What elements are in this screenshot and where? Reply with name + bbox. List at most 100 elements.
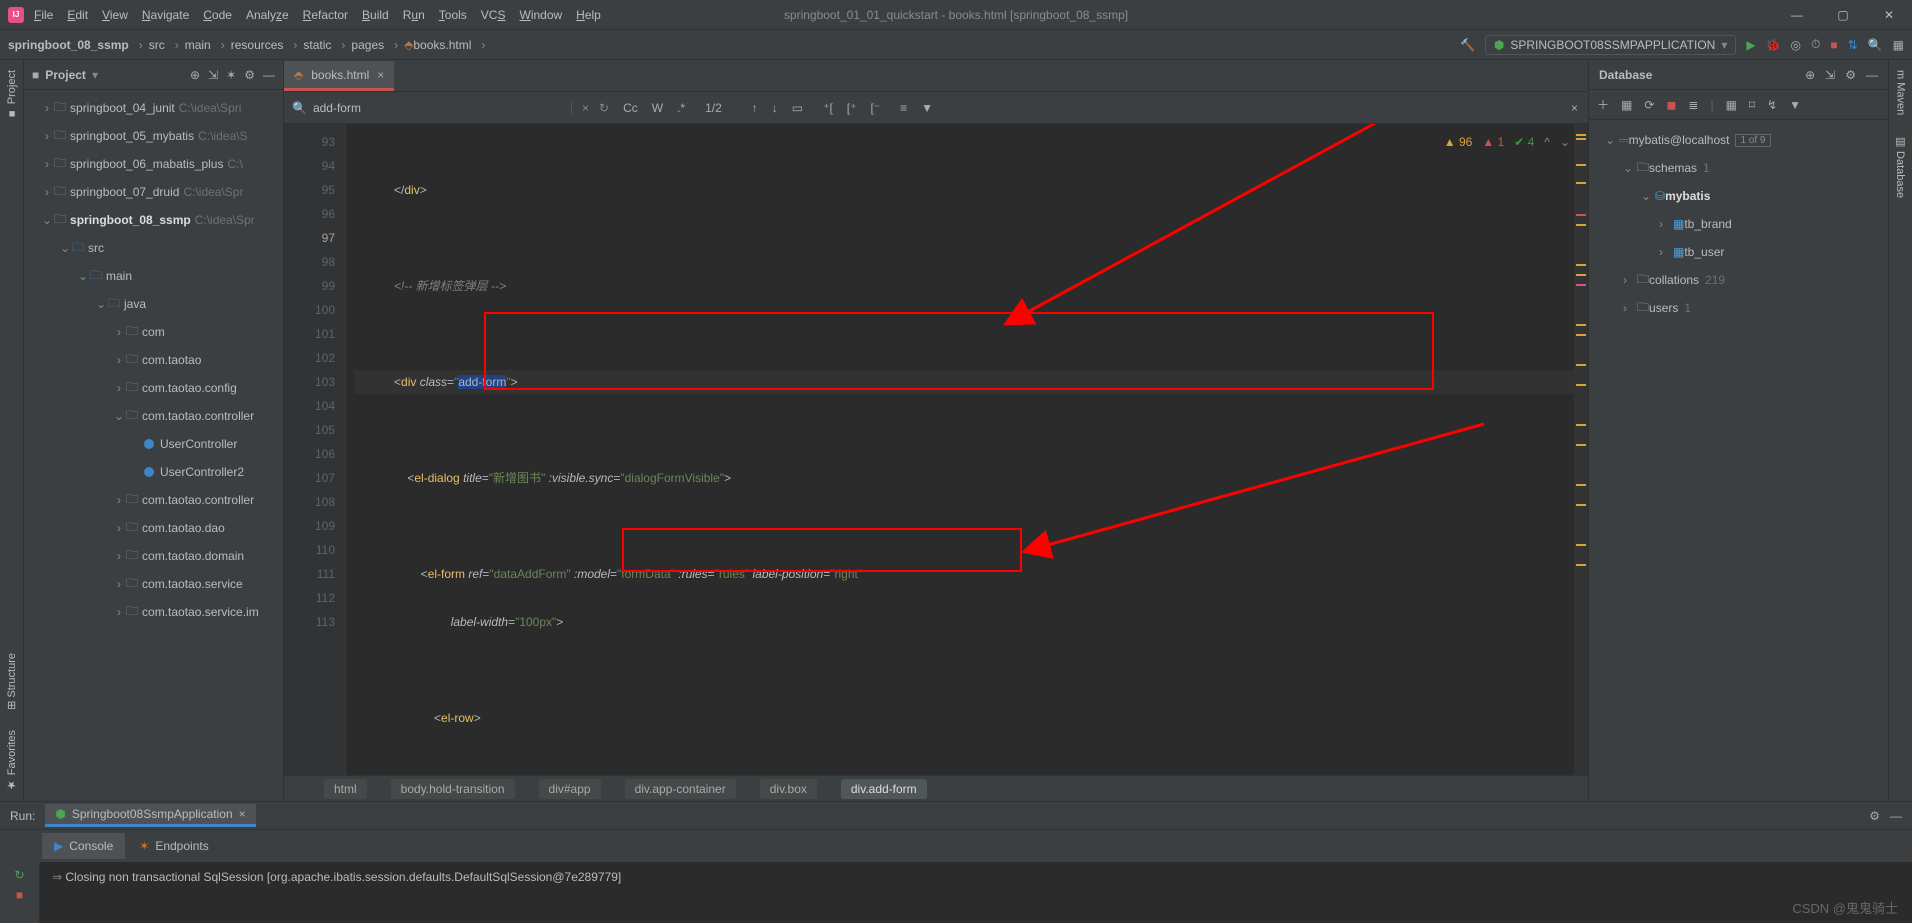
word-toggle[interactable]: W <box>652 101 663 115</box>
search-field[interactable]: add-form <box>313 101 361 115</box>
console-output[interactable]: ⇒ Closing non transactional SqlSession [… <box>40 862 1912 923</box>
debug-button[interactable]: 🐞 <box>1766 38 1781 52</box>
filter-settings-icon[interactable]: ≡ <box>900 101 907 115</box>
stop-run-icon[interactable]: ■ <box>16 888 23 902</box>
tool-tab-database[interactable]: ▤ Database <box>1894 135 1907 198</box>
run-app-tab[interactable]: ⬢ Springboot08SsmpApplication × <box>45 804 255 827</box>
close-tab-icon[interactable]: × <box>377 68 384 82</box>
tool-tab-maven[interactable]: m Maven <box>1895 70 1907 115</box>
main-menu-bar: IJ File Edit View Navigate Code Analyze … <box>0 0 1912 30</box>
menu-navigate[interactable]: Navigate <box>142 8 189 22</box>
prev-match-icon[interactable]: ↑ <box>752 101 758 115</box>
database-tree[interactable]: ⌄⎓ mybatis@localhost1 of 9⌄🗀 schemas1⌄⛁ … <box>1589 120 1888 328</box>
inspections-widget[interactable]: ▲ 96 ▲ 1 ✔ 4 ^⌄ <box>1444 130 1570 154</box>
menu-view[interactable]: View <box>102 8 128 22</box>
console-toolbar: ↻ ■ <box>0 862 40 923</box>
run-hide-icon[interactable]: — <box>1890 809 1902 823</box>
db-refresh-icon[interactable]: ⟳ <box>1644 98 1654 112</box>
select-next-icon[interactable]: [⁺ <box>847 101 857 115</box>
close-search-icon[interactable]: × <box>1571 101 1578 115</box>
expand-icon[interactable]: ⇲ <box>208 68 218 82</box>
filter-icon[interactable]: ▼ <box>921 101 933 115</box>
db-jump-icon[interactable]: ▦ <box>1726 98 1737 112</box>
code-crumb[interactable]: div.app-container <box>625 779 736 799</box>
run-button[interactable]: ▶ <box>1746 38 1755 52</box>
search-everywhere-icon[interactable]: 🔍 <box>1868 38 1883 52</box>
db-diagram-icon[interactable]: ↯ <box>1767 98 1777 112</box>
run-config-label: SPRINGBOOT08SSMPAPPLICATION <box>1510 38 1715 52</box>
coverage-button[interactable]: ◎ <box>1791 38 1801 52</box>
db-tx-icon[interactable]: ≣ <box>1688 98 1698 112</box>
app-logo-icon: IJ <box>8 7 24 23</box>
code-crumb[interactable]: div#app <box>539 779 601 799</box>
settings-quick-icon[interactable]: ▦ <box>1893 38 1904 52</box>
code-crumb[interactable]: div.add-form <box>841 779 927 799</box>
add-selection-icon[interactable]: ⁺[ <box>823 101 833 115</box>
menu-refactor[interactable]: Refactor <box>303 8 348 22</box>
crumb-pages[interactable]: pages <box>351 38 384 52</box>
locate-icon[interactable]: ⊕ <box>190 68 200 82</box>
crumb-src[interactable]: src <box>149 38 165 52</box>
db-console-icon[interactable]: ⌑ <box>1749 98 1755 112</box>
menu-build[interactable]: Build <box>362 8 389 22</box>
maximize-button[interactable]: ▢ <box>1820 0 1866 30</box>
crumb-static[interactable]: static <box>303 38 331 52</box>
menu-vcs[interactable]: VCS <box>481 8 506 22</box>
db-ddl-icon[interactable]: ▦ <box>1621 98 1632 112</box>
code-crumb[interactable]: html <box>324 779 367 799</box>
stop-button[interactable]: ■ <box>1830 38 1837 52</box>
db-expand-icon[interactable]: ⊕ <box>1805 68 1815 82</box>
run-tab-console[interactable]: ▶Console <box>42 833 125 859</box>
crumb-file[interactable]: books.html <box>413 38 471 52</box>
menu-run[interactable]: Run <box>403 8 425 22</box>
menu-file[interactable]: File <box>34 8 53 22</box>
profile-button[interactable]: ⏱ <box>1811 37 1820 52</box>
tool-tab-structure[interactable]: ⊞ Structure <box>5 653 18 710</box>
db-add-icon[interactable]: ＋ <box>1597 96 1609 113</box>
db-settings-icon[interactable]: ⚙ <box>1845 68 1856 82</box>
db-collapse-icon[interactable]: ⇲ <box>1825 68 1835 82</box>
code-crumb[interactable]: div.box <box>760 779 817 799</box>
next-match-icon[interactable]: ↓ <box>772 101 778 115</box>
case-toggle[interactable]: Cc <box>623 101 638 115</box>
crumb-project[interactable]: springboot_08_ssmp <box>8 38 129 52</box>
rerun-icon[interactable]: ↻ <box>14 868 24 882</box>
history-search-icon[interactable]: ↻ <box>599 101 609 115</box>
menu-tools[interactable]: Tools <box>439 8 467 22</box>
clear-search-icon[interactable]: × <box>582 101 589 115</box>
db-hide-icon[interactable]: — <box>1866 68 1878 82</box>
crumb-main[interactable]: main <box>185 38 211 52</box>
project-title: Project <box>45 68 86 82</box>
project-tree[interactable]: ›springboot_04_junitC:\idea\Spri›springb… <box>24 90 283 801</box>
menu-edit[interactable]: Edit <box>67 8 88 22</box>
close-button[interactable]: ✕ <box>1866 0 1912 30</box>
db-title: Database <box>1599 68 1652 82</box>
marker-strip[interactable] <box>1574 124 1588 775</box>
menu-code[interactable]: Code <box>203 8 232 22</box>
code-crumb[interactable]: body.hold-transition <box>391 779 515 799</box>
menu-window[interactable]: Window <box>519 8 562 22</box>
run-tab-endpoints[interactable]: ✶Endpoints <box>127 833 220 859</box>
db-stop-icon[interactable]: ◼ <box>1666 98 1676 112</box>
menu-help[interactable]: Help <box>576 8 601 22</box>
select-all-icon[interactable]: ▭ <box>792 101 803 115</box>
build-icon[interactable]: 🔨 <box>1460 38 1475 52</box>
hide-icon[interactable]: — <box>263 68 275 82</box>
regex-toggle[interactable]: .* <box>677 101 685 115</box>
navigation-bar: springboot_08_ssmp› src› main› resources… <box>0 30 1912 60</box>
run-config-selector[interactable]: ⬢ SPRINGBOOT08SSMPAPPLICATION ▾ <box>1485 35 1736 55</box>
editor-tab-books[interactable]: ⬘ books.html × <box>284 61 394 91</box>
tool-tab-favorites[interactable]: ★ Favorites <box>5 730 18 791</box>
run-settings-icon[interactable]: ⚙ <box>1869 809 1880 823</box>
menu-analyze[interactable]: Analyze <box>246 8 289 22</box>
collapse-icon[interactable]: ✶ <box>226 68 236 82</box>
settings-icon[interactable]: ⚙ <box>244 68 255 82</box>
minimize-button[interactable]: — <box>1774 0 1820 30</box>
db-filter-icon[interactable]: ▼ <box>1789 98 1801 112</box>
crumb-resources[interactable]: resources <box>231 38 284 52</box>
editor-body[interactable]: 9394959697989910010110210310410510610710… <box>284 124 1588 775</box>
code-view[interactable]: ▲ 96 ▲ 1 ✔ 4 ^⌄ </div> <!-- 新增标签弹层 --> <… <box>346 124 1588 775</box>
tool-tab-project[interactable]: ■ Project <box>6 70 18 119</box>
unselect-icon[interactable]: [⁻ <box>870 101 880 115</box>
git-update-icon[interactable]: ⇅ <box>1848 38 1858 52</box>
